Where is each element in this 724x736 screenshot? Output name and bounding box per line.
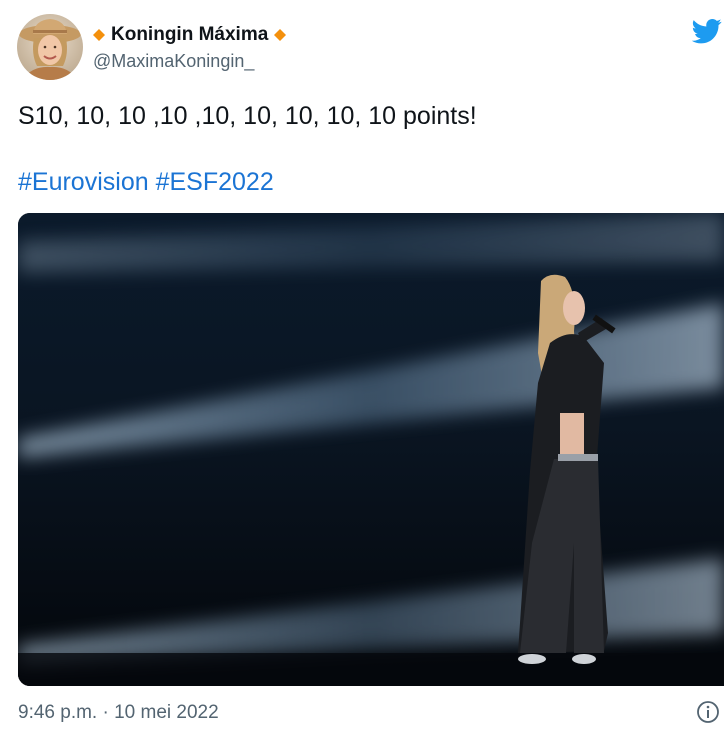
hashtag-link[interactable]: #Eurovision <box>18 168 149 196</box>
hashtag-link[interactable]: #ESF2022 <box>156 168 274 196</box>
author-handle[interactable]: @MaximaKoningin_ <box>93 51 286 72</box>
orange-diamond-icon <box>274 29 287 41</box>
tweet-text: S10, 10, 10 ,10 ,10, 10, 10, 10, 10 poin… <box>18 102 477 130</box>
avatar-image <box>17 14 83 80</box>
hashtag-line: #Eurovision #ESF2022 <box>18 166 274 198</box>
info-icon[interactable] <box>696 700 720 724</box>
tweet-photo[interactable] <box>18 213 724 686</box>
stage-performance-photo <box>18 213 724 686</box>
author-display-name[interactable]: Koningin Máxima <box>111 24 268 46</box>
orange-diamond-icon <box>93 29 105 41</box>
tweet-timestamp[interactable]: 9:46 p.m. · 10 mei 2022 <box>18 700 219 726</box>
author-avatar[interactable] <box>17 14 83 80</box>
twitter-bird-icon[interactable] <box>692 16 722 46</box>
display-name-row[interactable]: Koningin Máxima <box>93 22 287 48</box>
tweet-card: Koningin Máxima @MaximaKoningin_ S10, 10… <box>0 0 724 736</box>
author-info: Koningin Máxima @MaximaKoningin_ <box>93 22 287 72</box>
